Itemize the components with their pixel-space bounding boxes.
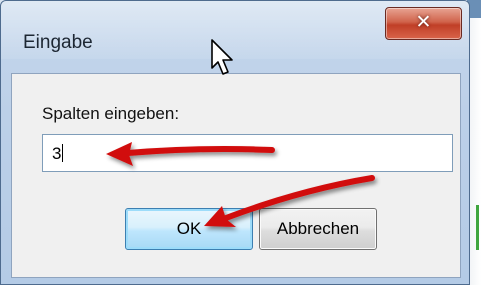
- background-green-strip: [476, 205, 479, 250]
- input-value: 3: [52, 144, 62, 163]
- cancel-button[interactable]: Abbrechen: [259, 208, 377, 250]
- columns-input[interactable]: 3: [42, 134, 453, 172]
- close-button[interactable]: ✕: [385, 7, 462, 40]
- ok-button[interactable]: OK: [125, 208, 253, 250]
- close-icon: ✕: [415, 11, 432, 33]
- dialog-title: Eingabe: [23, 32, 93, 53]
- prompt-label: Spalten eingeben:: [42, 104, 180, 123]
- text-caret: [62, 144, 64, 162]
